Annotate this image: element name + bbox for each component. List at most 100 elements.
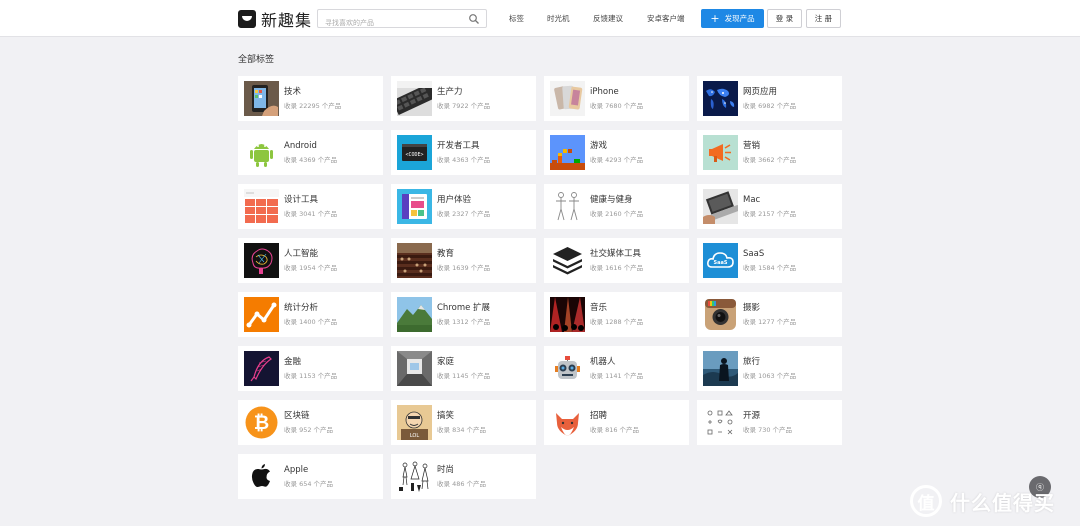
tag-card[interactable]: 金融 收录 1153 个产品 xyxy=(238,346,383,391)
tag-card[interactable]: ₿ 区块链 收录 952 个产品 xyxy=(238,400,383,445)
tag-card[interactable]: 设计工具收录 3041 个产品 xyxy=(238,184,383,229)
post-product-button[interactable]: + 发现产品 xyxy=(701,9,764,28)
tag-count: 收录 6982 个产品 xyxy=(743,102,797,110)
tag-card[interactable]: 游戏 收录 4293 个产品 xyxy=(544,130,689,175)
logo-text: 新趣集 xyxy=(261,11,313,30)
tag-card[interactable]: 开源 收录 730 个产品 xyxy=(697,400,842,445)
world-map-icon xyxy=(703,81,738,116)
room-interior-icon xyxy=(397,351,432,386)
tag-info: 社交媒体工具 收录 1616 个产品 xyxy=(590,243,643,278)
tag-name: iPhone xyxy=(590,87,619,97)
tag-count: 收录 1400 个产品 xyxy=(284,318,338,326)
tag-name: 家庭 xyxy=(437,357,455,367)
tag-name: 音乐 xyxy=(590,303,608,313)
tag-card[interactable]: 家庭 收录 1145 个产品 xyxy=(391,346,536,391)
tag-count: 收录 4363 个产品 xyxy=(437,156,491,164)
tag-card[interactable]: LOL 搞笑 收录 834 个产品 xyxy=(391,400,536,445)
tag-count: 收录 834 个产品 xyxy=(437,426,487,434)
tag-card[interactable]: 社交媒体工具 收录 1616 个产品 xyxy=(544,238,689,283)
tag-info: 区块链收录 952 个产品 xyxy=(284,405,333,440)
tag-card[interactable]: 技术 收录 22295 个产品 xyxy=(238,76,383,121)
tag-count: 收录 730 个产品 xyxy=(743,426,793,434)
tag-name: 设计工具 xyxy=(284,195,319,205)
tag-info: 统计分析 收录 1400 个产品 xyxy=(284,297,337,332)
tag-card[interactable]: 音乐 收录 1288 个产品 xyxy=(544,292,689,337)
logo-mark-icon xyxy=(238,10,256,28)
tag-card[interactable]: 网页应用 收录 6982 个产品 xyxy=(697,76,842,121)
tag-count: 收录 1312 个产品 xyxy=(437,318,491,326)
tag-count: 收录 816 个产品 xyxy=(590,426,640,434)
tag-name: 摄影 xyxy=(743,303,761,313)
nav-time-machine[interactable]: 时光机 xyxy=(547,13,570,24)
tag-info: 搞笑 收录 834 个产品 xyxy=(437,405,486,440)
tag-card[interactable]: 教育 收录 1639 个产品 xyxy=(391,238,536,283)
tag-card[interactable]: iPhone 收录 7680 个产品 xyxy=(544,76,689,121)
tag-name: Chrome 扩展 xyxy=(437,303,491,313)
iphone-devices-icon xyxy=(550,81,585,116)
watermark: 值 什么值得买 xyxy=(910,481,1076,521)
fashion-sketch-icon xyxy=(397,459,432,494)
tag-name: 机器人 xyxy=(590,357,616,367)
tag-name: 社交媒体工具 xyxy=(590,249,642,259)
tag-name: 游戏 xyxy=(590,141,608,151)
tag-card[interactable]: Chrome 扩展 收录 1312 个产品 xyxy=(391,292,536,337)
tag-card[interactable]: 统计分析 收录 1400 个产品 xyxy=(238,292,383,337)
concert-icon xyxy=(550,297,585,332)
tag-card[interactable]: 招聘 收录 816 个产品 xyxy=(544,400,689,445)
nav-tags[interactable]: 标签 xyxy=(509,13,524,24)
tag-card[interactable]: 时尚 收录 486 个产品 xyxy=(391,454,536,499)
tag-count: 收录 1584 个产品 xyxy=(743,264,797,272)
tag-card[interactable]: SaaS SaaS 收录 1584 个产品 xyxy=(697,238,842,283)
tag-card[interactable]: 用户体验 收录 2327 个产品 xyxy=(391,184,536,229)
tag-card[interactable]: 健康与健身 收录 2160 个产品 xyxy=(544,184,689,229)
svg-text:LOL: LOL xyxy=(410,433,420,439)
tag-card[interactable]: 摄影 收录 1277 个产品 xyxy=(697,292,842,337)
tag-count: 收录 1153 个产品 xyxy=(284,372,338,380)
register-button[interactable]: 注 册 xyxy=(806,9,841,28)
tag-info: 技术 收录 22295 个产品 xyxy=(284,81,341,116)
lecture-hall-icon xyxy=(397,243,432,278)
tag-info: 家庭 收录 1145 个产品 xyxy=(437,351,490,386)
tag-count: 收录 3041 个产品 xyxy=(284,210,338,218)
search-icon[interactable] xyxy=(468,13,480,25)
nav-android-client[interactable]: 安卓客户端 xyxy=(647,13,685,24)
tag-card[interactable]: 机器人 收录 1141 个产品 xyxy=(544,346,689,391)
tag-name: 用户体验 xyxy=(437,195,472,205)
login-button[interactable]: 登 录 xyxy=(767,9,802,28)
tag-card[interactable]: <CODE> 开发者工具收录 4363 个产品 xyxy=(391,130,536,175)
tag-count: 收录 952 个产品 xyxy=(284,426,334,434)
tag-name: 开发者工具 xyxy=(437,141,480,151)
site-logo[interactable]: 新趣集 xyxy=(238,9,313,30)
mountain-landscape-icon xyxy=(397,297,432,332)
watermark-logo-icon: 值 xyxy=(910,485,942,517)
tag-info: 招聘 收录 816 个产品 xyxy=(590,405,639,440)
tag-count: 收录 4369 个产品 xyxy=(284,156,338,164)
nav-feedback[interactable]: 反馈建议 xyxy=(593,13,623,24)
tag-name: Apple xyxy=(284,465,309,475)
tag-card[interactable]: 旅行 收录 1063 个产品 xyxy=(697,346,842,391)
tag-info: 旅行 收录 1063 个产品 xyxy=(743,351,796,386)
pixel-game-icon xyxy=(550,135,585,170)
tag-info: Apple 收录 654 个产品 xyxy=(284,459,333,494)
tag-card[interactable]: Mac 收录 2157 个产品 xyxy=(697,184,842,229)
tag-card[interactable]: 营销 收录 3662 个产品 xyxy=(697,130,842,175)
tag-card[interactable]: 人工智能 收录 1954 个产品 xyxy=(238,238,383,283)
tag-info: 生产力 收录 7922 个产品 xyxy=(437,81,490,116)
tag-card[interactable]: Apple 收录 654 个产品 xyxy=(238,454,383,499)
search-input[interactable] xyxy=(325,14,465,32)
tag-name: Android xyxy=(284,141,317,151)
design-grid-icon xyxy=(244,189,279,224)
tag-info: 用户体验 收录 2327 个产品 xyxy=(437,189,490,224)
apple-logo-icon xyxy=(244,459,279,494)
tag-info: 时尚 收录 486 个产品 xyxy=(437,459,486,494)
feather-icon xyxy=(244,351,279,386)
tag-info: 网页应用 收录 6982 个产品 xyxy=(743,81,796,116)
svg-text:<CODE>: <CODE> xyxy=(405,152,423,158)
tag-card[interactable]: 生产力 收录 7922 个产品 xyxy=(391,76,536,121)
tag-info: Chrome 扩展 收录 1312 个产品 xyxy=(437,297,490,332)
tag-info: 设计工具收录 3041 个产品 xyxy=(284,189,337,224)
tag-card[interactable]: Android 收录 4369 个产品 xyxy=(238,130,383,175)
tag-name: 区块链 xyxy=(284,411,310,421)
tag-count: 收录 3662 个产品 xyxy=(743,156,797,164)
tag-name: 人工智能 xyxy=(284,249,319,259)
